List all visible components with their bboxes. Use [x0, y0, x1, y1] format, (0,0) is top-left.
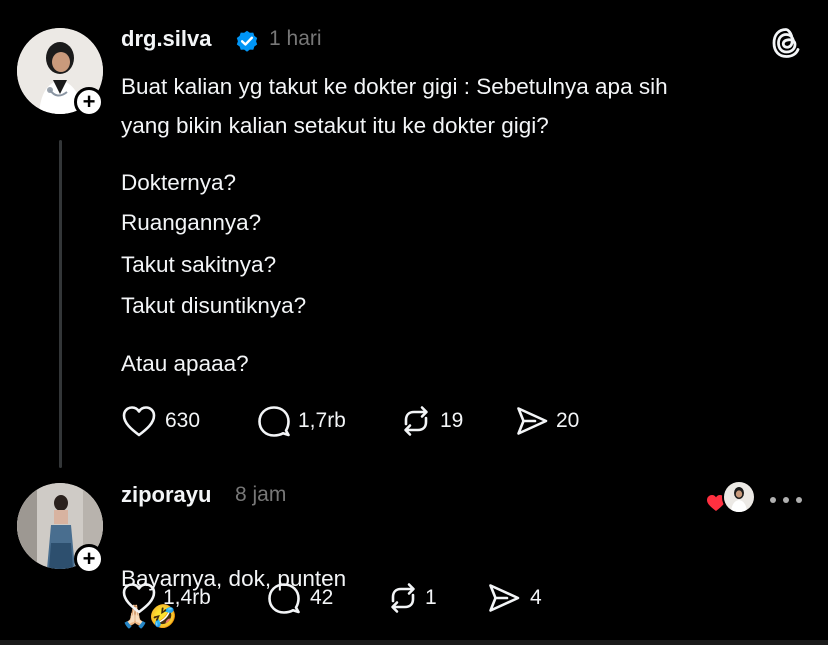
reply-repost-button[interactable]: 1: [385, 581, 437, 615]
plus-icon: +: [82, 89, 96, 114]
post-line-5: Takut sakitnya?: [121, 252, 277, 277]
bottom-divider: [0, 640, 828, 645]
thread-connector-line: [59, 140, 62, 468]
reply-comment-count: 42: [310, 586, 334, 609]
reply-post: + ziporayu 8 jam Bayarnya, dok, punten 🙏…: [0, 470, 828, 640]
more-icon[interactable]: [769, 492, 803, 510]
repost-icon: [398, 404, 434, 438]
heart-icon: [121, 581, 157, 615]
verified-badge-icon: [234, 28, 260, 59]
reply-share-count: 4: [530, 586, 542, 609]
follow-plus-button[interactable]: +: [74, 544, 104, 574]
post-line-7: Atau apaaa?: [121, 351, 249, 376]
post-timestamp: 1 hari: [269, 27, 322, 50]
liked-by-author-indicator: [706, 480, 756, 514]
post-line-3: Dokternya?: [121, 170, 237, 195]
reply-like-count: 1,4rb: [163, 586, 211, 609]
repost-button[interactable]: 19: [398, 404, 463, 438]
share-icon: [514, 404, 550, 438]
reply-button[interactable]: 1,7rb: [256, 404, 346, 438]
plus-icon: +: [82, 546, 96, 571]
author-mini-avatar: [722, 480, 756, 514]
reply-like-button[interactable]: 1,4rb: [121, 581, 211, 615]
like-button[interactable]: 630: [121, 404, 200, 438]
reply-username[interactable]: ziporayu: [121, 482, 211, 508]
like-count: 630: [165, 409, 201, 432]
share-count: 20: [556, 409, 580, 432]
comment-icon: [256, 404, 292, 438]
post-username[interactable]: drg.silva: [121, 26, 211, 52]
share-icon: [486, 581, 522, 615]
reply-text: Bayarnya, dok, punten 🙏🏻🤣: [121, 522, 346, 636]
reply-count: 1,7rb: [298, 409, 346, 432]
repost-count: 19: [440, 409, 464, 432]
post-line-2: yang bikin kalian setakut itu ke dokter …: [121, 113, 549, 138]
reply-share-button[interactable]: 4: [486, 581, 542, 615]
share-button[interactable]: 20: [514, 404, 579, 438]
reply-repost-count: 1: [425, 586, 437, 609]
main-post: + drg.silva 1 hari Buat kalian yg takut …: [0, 0, 828, 470]
reply-comment-button[interactable]: 42: [266, 581, 333, 615]
post-line-4: Ruangannya?: [121, 210, 262, 235]
comment-icon: [266, 581, 302, 615]
threads-logo-icon[interactable]: [770, 26, 802, 65]
post-line-1: Buat kalian yg takut ke dokter gigi : Se…: [121, 74, 668, 99]
reply-timestamp: 8 jam: [235, 483, 287, 506]
repost-icon: [385, 581, 421, 615]
heart-icon: [121, 404, 157, 438]
post-line-6: Takut disuntiknya?: [121, 293, 307, 318]
follow-plus-button[interactable]: +: [74, 87, 104, 117]
